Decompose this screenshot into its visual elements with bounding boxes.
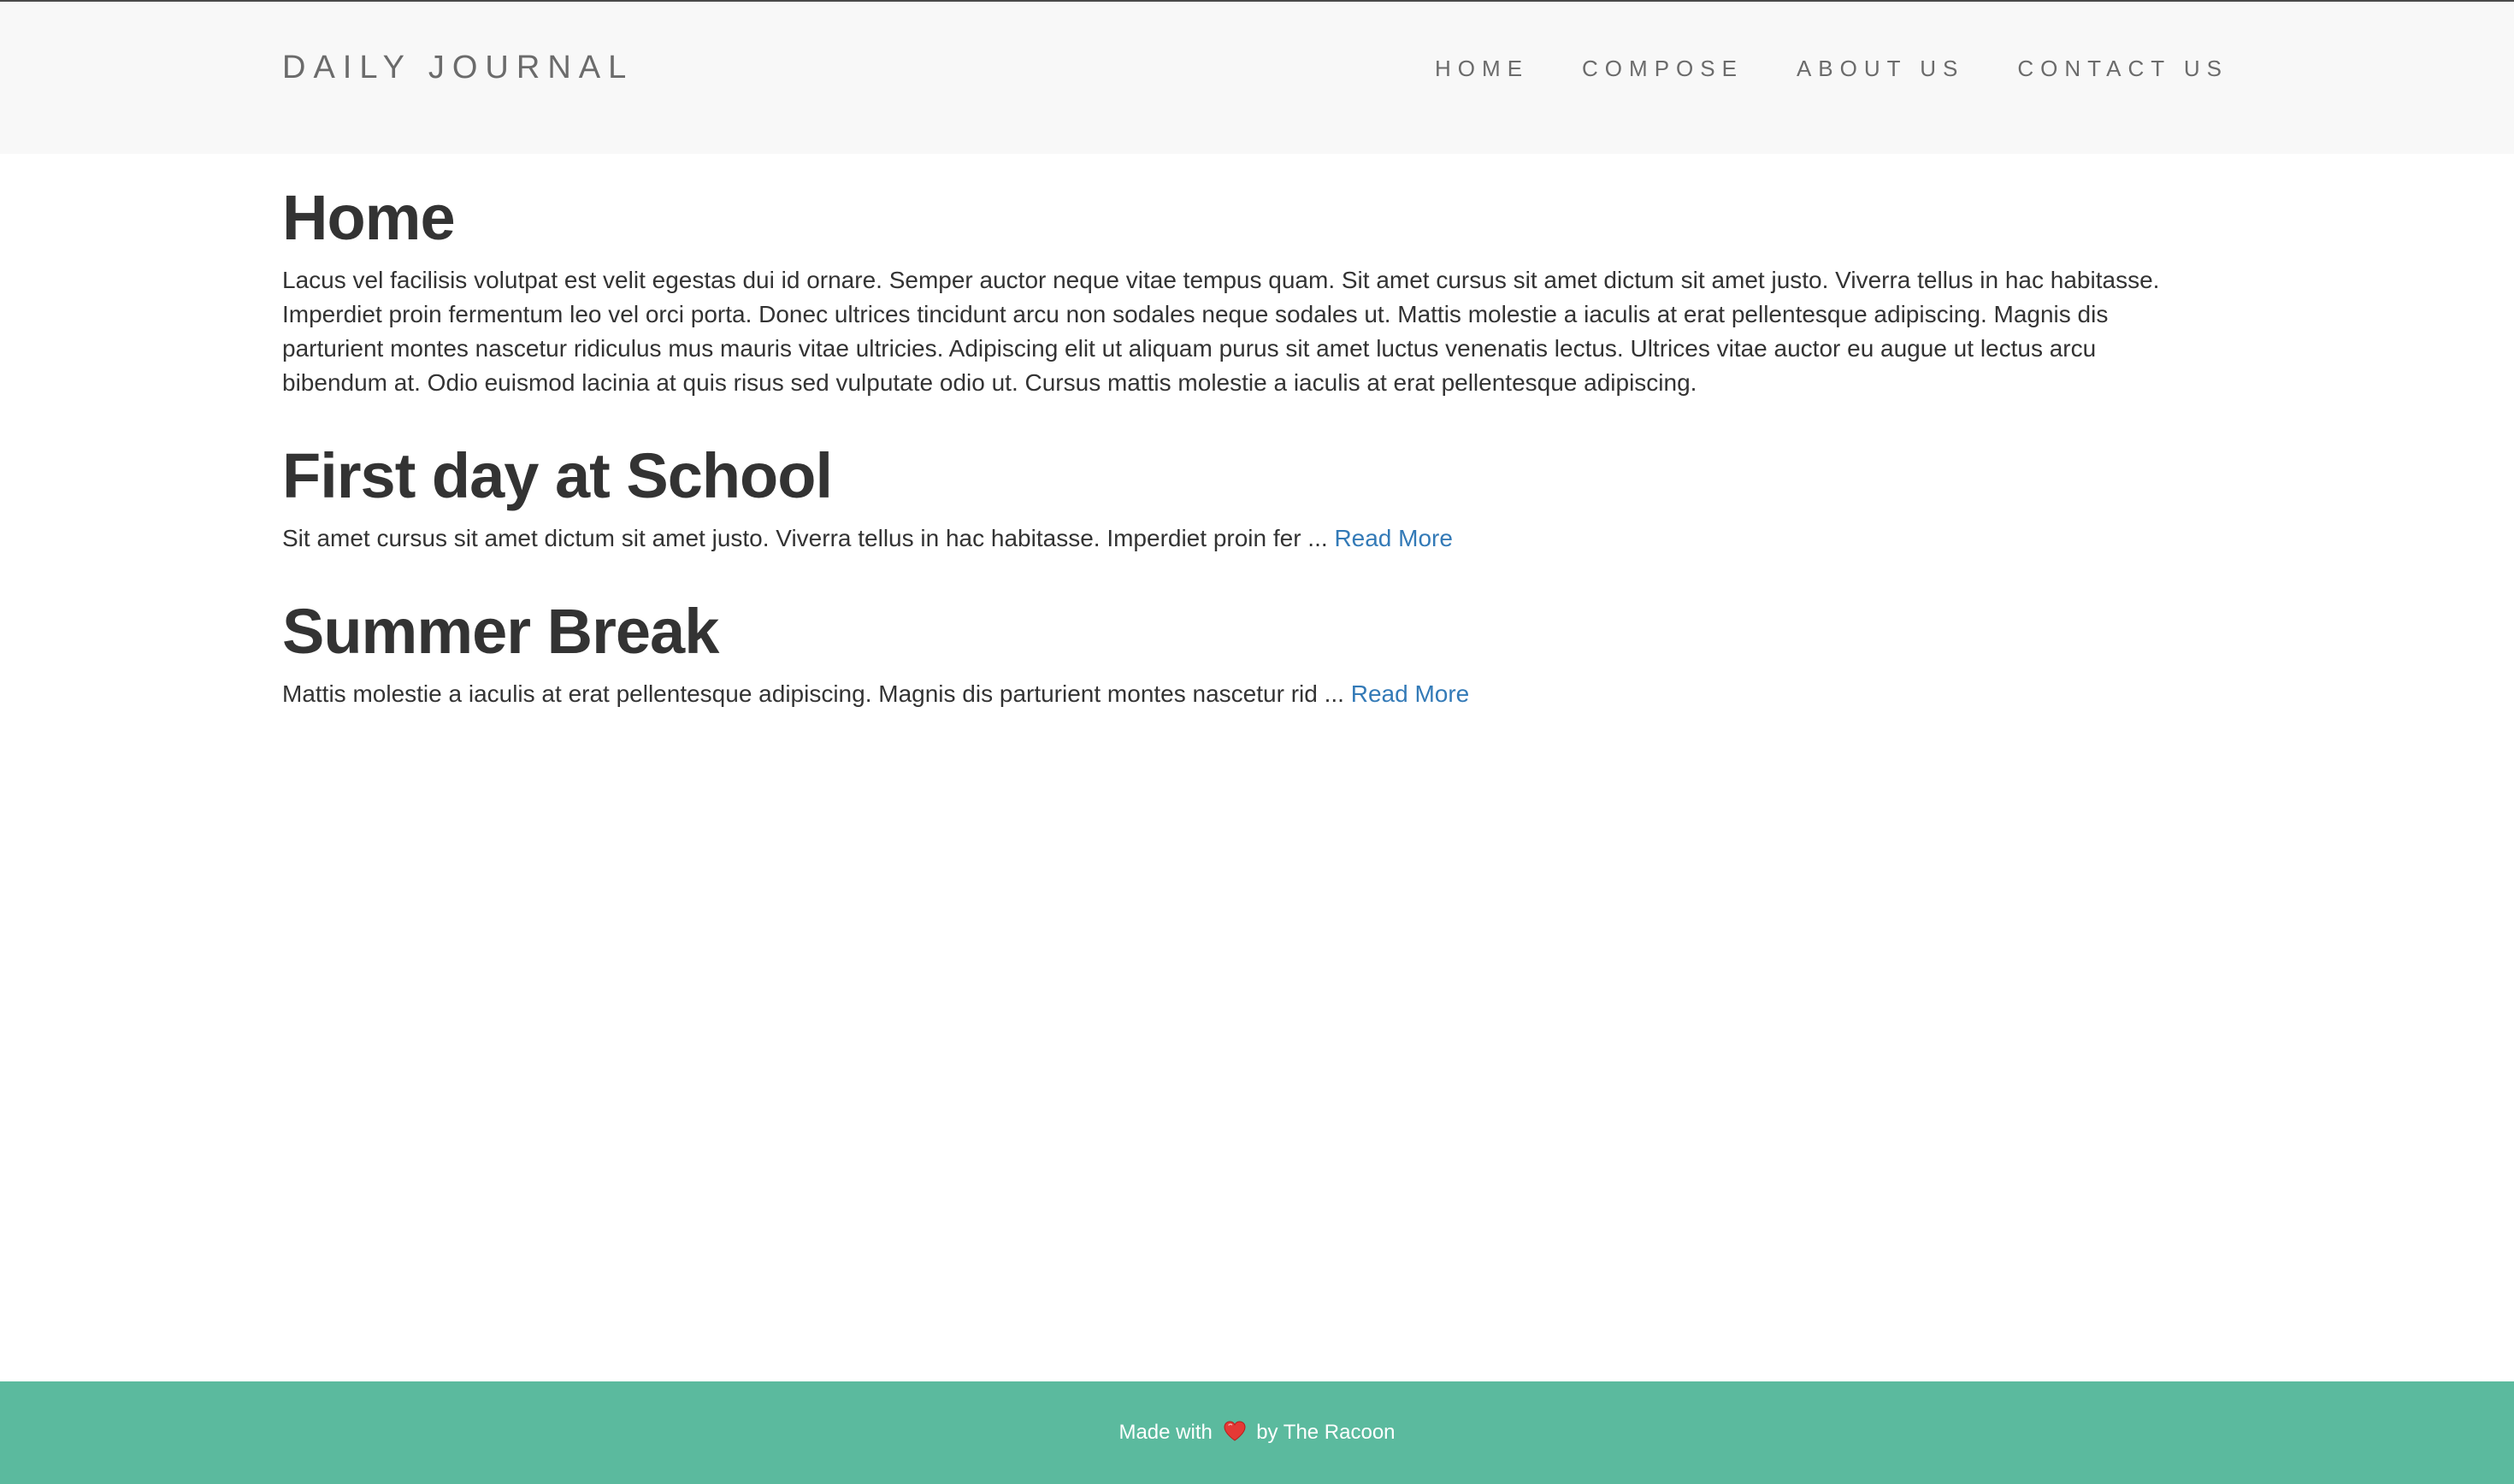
read-more-link[interactable]: Read More xyxy=(1334,525,1453,551)
main-content: Home Lacus vel facilisis volutpat est ve… xyxy=(282,180,2206,749)
nav-link-about-us[interactable]: ABOUT US xyxy=(1797,56,1964,82)
page: DAILY JOURNAL HOME COMPOSE ABOUT US CONT… xyxy=(0,0,2514,1484)
read-more-link[interactable]: Read More xyxy=(1351,680,1470,707)
nav-menu: HOME COMPOSE ABOUT US CONTACT US xyxy=(1435,56,2228,82)
nav-item-about-us: ABOUT US xyxy=(1744,56,1964,82)
nav-link-compose[interactable]: COMPOSE xyxy=(1582,56,1744,82)
nav-item-home: HOME xyxy=(1435,56,1529,82)
post-excerpt-text: Sit amet cursus sit amet dictum sit amet… xyxy=(282,525,1328,551)
navbar: DAILY JOURNAL HOME COMPOSE ABOUT US CONT… xyxy=(0,0,2514,154)
nav-link-home[interactable]: HOME xyxy=(1435,56,1529,82)
post-summer-break: Summer Break Mattis molestie a iaculis a… xyxy=(282,593,2206,711)
post-title: Summer Break xyxy=(282,596,719,667)
footer: Made with by The Racoon xyxy=(0,1381,2514,1484)
post-excerpt: Mattis molestie a iaculis at erat pellen… xyxy=(282,677,2206,711)
heart-icon xyxy=(1224,1421,1246,1441)
nav-link-contact-us[interactable]: CONTACT US xyxy=(2017,56,2228,82)
nav-item-contact-us: CONTACT US xyxy=(1964,56,2228,82)
post-title: First day at School xyxy=(282,440,833,511)
brand-link[interactable]: DAILY JOURNAL xyxy=(282,50,634,86)
footer-by: by The Racoon xyxy=(1256,1421,1396,1444)
footer-made-with: Made with xyxy=(1118,1421,1213,1444)
post-excerpt-text: Mattis molestie a iaculis at erat pellen… xyxy=(282,680,1344,707)
intro-paragraph: Lacus vel facilisis volutpat est velit e… xyxy=(282,267,2160,396)
post-first-day-at-school: First day at School Sit amet cursus sit … xyxy=(282,438,2206,556)
page-title: Home xyxy=(282,182,456,253)
nav-item-compose: COMPOSE xyxy=(1529,56,1744,82)
post-excerpt: Sit amet cursus sit amet dictum sit amet… xyxy=(282,521,2206,556)
